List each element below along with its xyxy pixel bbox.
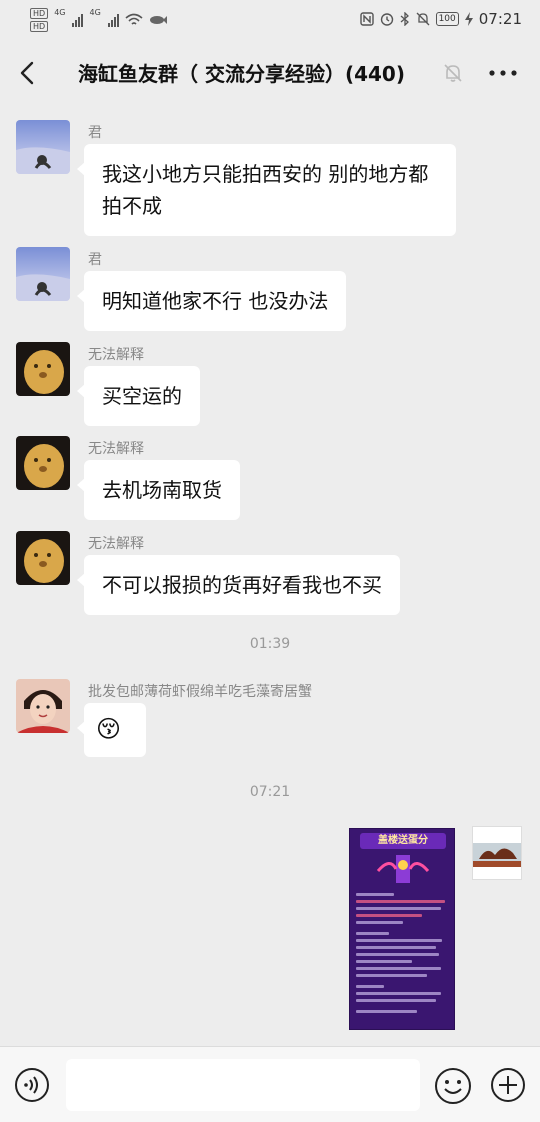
sender-name: 无法解释	[88, 441, 144, 457]
chat-header: 海缸鱼友群（ 交流分享经验）(440)	[0, 40, 540, 106]
charging-icon	[464, 12, 473, 26]
message-bubble[interactable]: 明知道他家不行 也没办法	[76, 271, 347, 331]
avatar[interactable]	[16, 531, 70, 585]
signal-icon-1	[72, 13, 84, 27]
network-label-1: 4G	[54, 8, 66, 17]
hd-badges: HD HD	[30, 8, 49, 32]
avatar[interactable]	[16, 120, 70, 174]
bell-muted-icon	[444, 64, 462, 82]
avatar[interactable]	[16, 679, 70, 733]
status-right: 100 07:21	[359, 10, 522, 28]
nfc-icon	[359, 12, 374, 26]
poster-title: 盖楼送蛋分	[360, 833, 446, 849]
sender-name: 无法解释	[88, 347, 144, 363]
timestamp: 01:39	[249, 636, 291, 652]
fish-icon	[149, 16, 167, 24]
status-bar: HD HD 4G 4G 100 07:21	[0, 0, 540, 40]
battery-indicator: 100	[435, 12, 459, 26]
status-left: HD HD 4G 4G	[30, 8, 167, 32]
plus-circle-icon[interactable]	[490, 1067, 526, 1103]
sender-name: 君	[88, 125, 102, 141]
sender-name: 无法解释	[88, 536, 144, 552]
more-options-button[interactable]	[486, 60, 520, 86]
avatar[interactable]	[16, 436, 70, 490]
message-bubble[interactable]: 我这小地方只能拍西安的 别的地方都拍不成	[77, 144, 456, 236]
poster-graphic	[376, 855, 430, 883]
hd-badge-2: HD	[30, 21, 49, 32]
message-bubble[interactable]: 买空运的	[77, 366, 200, 426]
smiley-icon[interactable]	[434, 1067, 472, 1105]
voice-icon[interactable]	[14, 1067, 50, 1103]
signal-icon-2	[107, 13, 119, 27]
wifi-icon	[125, 13, 143, 25]
message-input[interactable]	[66, 1059, 420, 1111]
avatar[interactable]	[16, 342, 70, 396]
silent-bell-icon	[416, 12, 430, 26]
avatar[interactable]	[16, 247, 70, 301]
sent-image-poster[interactable]: 盖楼送蛋分	[349, 828, 455, 1030]
hd-badge-1: HD	[30, 8, 49, 19]
emoji-bubble[interactable]: 😚	[77, 703, 146, 757]
message-bubble[interactable]: 去机场南取货	[77, 460, 240, 520]
timestamp: 07:21	[249, 784, 291, 800]
sender-name: 批发包邮薄荷虾假绵羊吃毛藻寄居蟹	[88, 684, 312, 700]
status-time: 07:21	[478, 10, 522, 28]
alarm-icon	[380, 13, 393, 26]
input-bar	[0, 1046, 540, 1122]
bluetooth-icon	[400, 12, 409, 26]
group-title: 海缸鱼友群（ 交流分享经验）(440)	[78, 62, 405, 86]
poster-text-block	[356, 889, 450, 1017]
network-label-2: 4G	[89, 8, 101, 17]
message-bubble[interactable]: 不可以报损的货再好看我也不买	[77, 555, 400, 615]
sender-avatar[interactable]	[472, 826, 522, 880]
sender-name: 君	[88, 252, 102, 268]
back-button[interactable]	[14, 58, 44, 88]
